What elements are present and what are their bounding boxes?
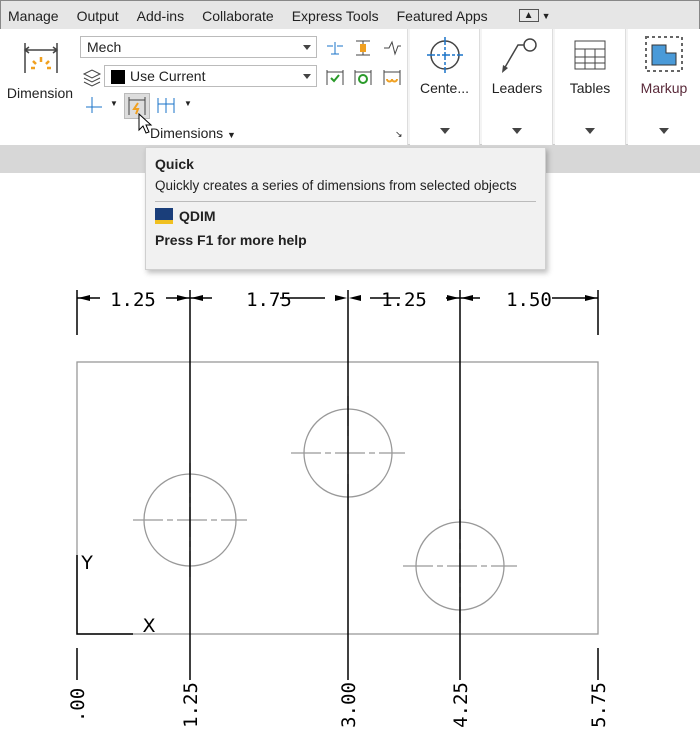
dim-label: 1.50: [506, 289, 552, 311]
ordinate-label: 5.75: [588, 682, 610, 728]
ordinate-lines: [76, 648, 599, 680]
ordinate-label: 1.25: [180, 682, 202, 728]
ucs-x-label: X: [142, 615, 155, 637]
tooltip-description: Quickly creates a series of dimensions f…: [155, 178, 517, 193]
dim-label: 1.25: [381, 289, 427, 311]
plate-outline: [76, 361, 599, 635]
drawing-canvas[interactable]: 1.25 1.75 1.25 1.50 .00 1.25 3.00 4.25 5…: [0, 0, 700, 750]
ucs-y-label: Y: [80, 552, 93, 574]
ordinate-label: 4.25: [450, 682, 472, 728]
tooltip-help: Press F1 for more help: [155, 232, 307, 248]
dim-label: 1.25: [110, 289, 156, 311]
tooltip: Quick Quickly creates a series of dimens…: [145, 147, 546, 270]
dim-label: 1.75: [246, 289, 292, 311]
tooltip-command: QDIM: [179, 208, 216, 224]
tooltip-title: Quick: [155, 156, 194, 172]
ordinate-label: .00: [67, 688, 89, 722]
ordinate-label: 3.00: [338, 682, 360, 728]
qdim-icon: [155, 208, 173, 224]
